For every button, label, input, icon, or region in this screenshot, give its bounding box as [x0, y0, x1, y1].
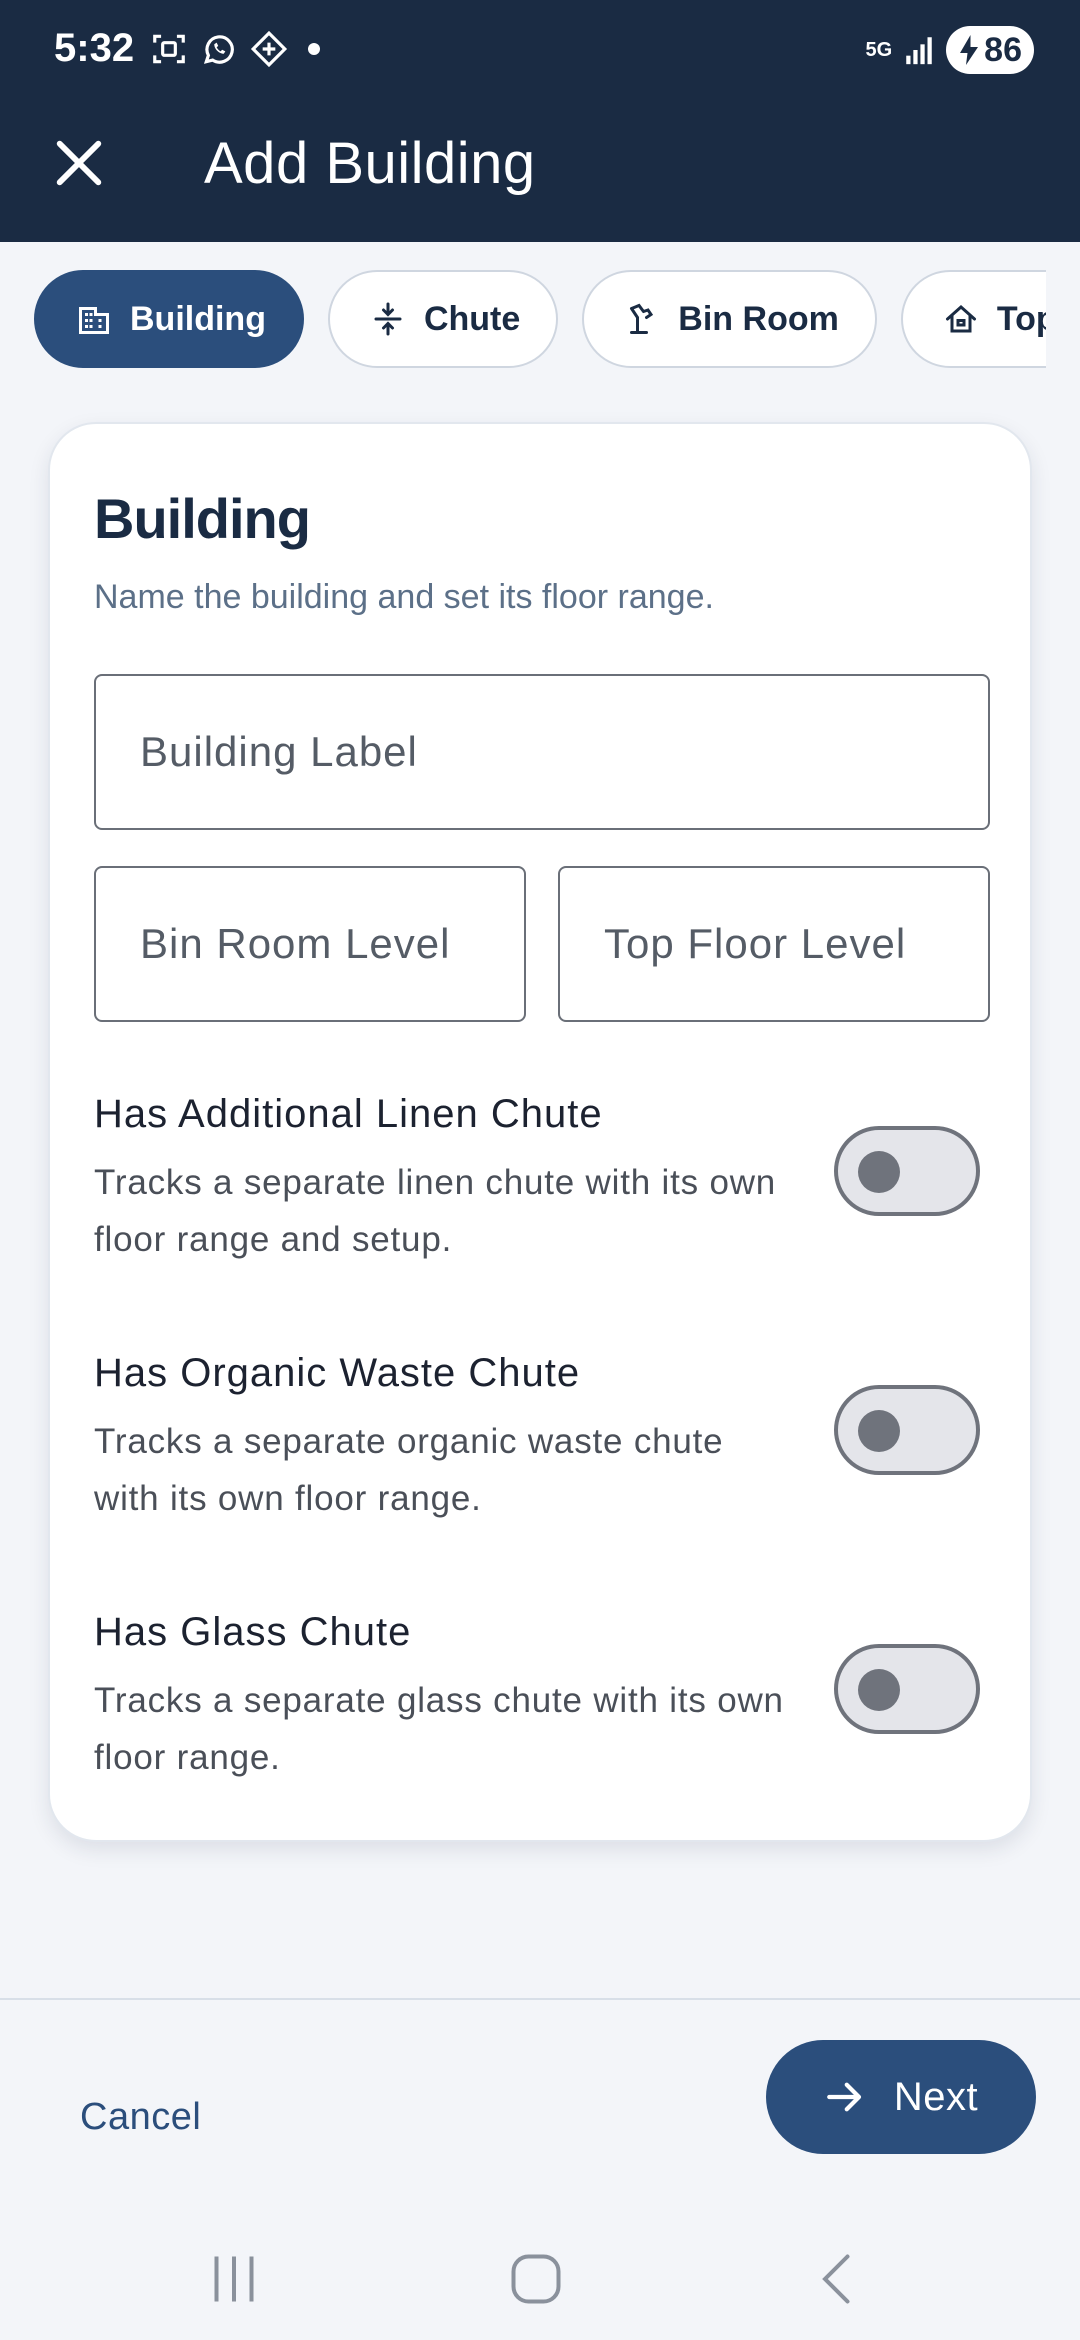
step-chips-bar: Building Chute Bin Room Top F	[0, 242, 1080, 392]
linen-chute-toggle[interactable]	[834, 1126, 980, 1216]
top-floor-level-input[interactable]	[604, 920, 988, 968]
step-chip-bin-room[interactable]: Bin Room	[582, 270, 877, 368]
cancel-button[interactable]: Cancel	[80, 2096, 201, 2139]
network-type: 5G	[865, 39, 893, 61]
toggle-description: Tracks a separate linen chute with its o…	[94, 1163, 777, 1259]
step-chip-label: Chute	[423, 299, 521, 338]
status-notification-icons	[150, 30, 320, 68]
glass-chute-toggle[interactable]	[834, 1644, 980, 1734]
status-time: 5:32	[54, 26, 135, 70]
step-chips-scroll[interactable]: Building Chute Bin Room Top F	[34, 270, 1046, 370]
card-subtitle: Name the building and set its floor rang…	[94, 578, 714, 616]
step-chip-label: Building	[130, 299, 266, 338]
bin-room-icon	[630, 303, 654, 334]
toggle-row-organic-waste-chute: Has Organic Waste Chute Tracks a separat…	[94, 1351, 990, 1551]
next-button[interactable]: Next	[766, 2040, 1036, 2154]
network-5g-icon: 5G	[865, 40, 892, 60]
bottom-action-bar: Cancel Next	[0, 2000, 1080, 2205]
building-form-card: Building Name the building and set its f…	[48, 422, 1032, 1842]
building-label-input[interactable]	[140, 728, 988, 776]
app-diamond-icon	[250, 30, 288, 68]
battery-indicator: 86	[946, 26, 1034, 74]
top-floor-icon	[945, 304, 976, 333]
chute-icon	[374, 302, 402, 336]
arrow-right-icon	[827, 2082, 861, 2112]
whatsapp-icon	[203, 35, 234, 64]
notification-dot	[308, 43, 320, 55]
building-label-field[interactable]	[94, 674, 990, 830]
screenshot-icon	[153, 34, 185, 64]
bin-room-level-field[interactable]	[94, 866, 526, 1022]
step-chip-label: Top F	[996, 299, 1046, 338]
card-title: Building	[94, 487, 311, 550]
charging-bolt-icon	[960, 35, 979, 65]
toggle-knob	[858, 1151, 900, 1193]
toggle-knob	[858, 1669, 900, 1711]
back-icon[interactable]	[810, 2249, 870, 2309]
bin-room-level-input[interactable]	[140, 920, 524, 968]
status-system-icons: 5G 86	[865, 26, 1034, 74]
app-bar: 5:32 5G 86 Add Building	[0, 0, 1080, 242]
battery-level: 86	[984, 30, 1022, 69]
toggle-description: Tracks a separate glass chute with its o…	[94, 1681, 784, 1777]
building-icon	[79, 307, 109, 334]
toggle-knob	[858, 1410, 900, 1452]
toggle-row-glass-chute: Has Glass Chute Tracks a separate glass …	[94, 1610, 990, 1810]
toggle-title: Has Additional Linen Chute	[94, 1092, 603, 1136]
toggle-title: Has Organic Waste Chute	[94, 1351, 581, 1395]
toggle-row-linen-chute: Has Additional Linen Chute Tracks a sepa…	[94, 1092, 990, 1292]
page-title: Add Building	[204, 131, 536, 196]
recents-icon[interactable]	[204, 2249, 264, 2309]
organic-waste-chute-toggle[interactable]	[834, 1385, 980, 1475]
toggle-description: Tracks a separate organic waste chute wi…	[94, 1422, 724, 1518]
step-chip-chute[interactable]: Chute	[327, 270, 559, 368]
step-chip-building[interactable]: Building	[34, 270, 304, 368]
toggle-title: Has Glass Chute	[94, 1610, 412, 1654]
step-chip-label: Bin Room	[678, 299, 839, 338]
step-chip-top-floor[interactable]: Top F	[900, 270, 1046, 368]
system-navigation-bar	[0, 2205, 1080, 2340]
signal-icon	[906, 37, 932, 65]
close-icon[interactable]	[50, 134, 108, 192]
top-floor-level-field[interactable]	[558, 866, 990, 1022]
next-button-label: Next	[893, 2074, 979, 2119]
home-icon[interactable]	[506, 2249, 566, 2309]
